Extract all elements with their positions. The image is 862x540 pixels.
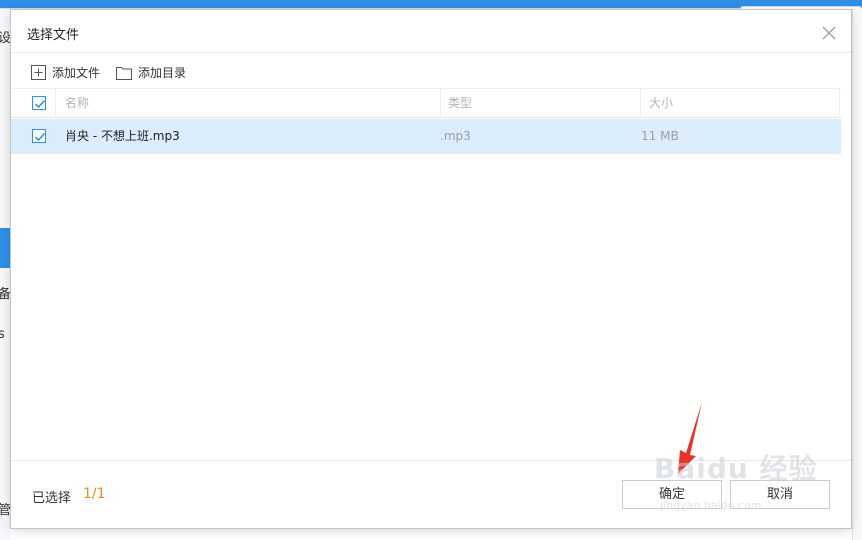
app-top-bar: [0, 0, 862, 8]
dialog-title-bar: 选择文件: [11, 10, 851, 53]
table-row[interactable]: 肖央 - 不想上班.mp3 .mp3 11 MB: [11, 119, 841, 154]
dialog-toolbar: 添加文件 添加目录: [11, 54, 851, 88]
header-divider: [55, 89, 56, 118]
add-file-label: 添加文件: [52, 65, 101, 80]
watermark-logo: Baidu 经验: [654, 452, 818, 485]
row-file-type: .mp3: [440, 129, 471, 143]
column-header-name[interactable]: 名称: [65, 89, 89, 118]
select-all-checkbox[interactable]: [32, 96, 46, 110]
app-left-active-item[interactable]: [0, 228, 10, 268]
row-checkbox[interactable]: [32, 129, 46, 143]
column-header-type[interactable]: 类型: [448, 89, 472, 118]
header-divider: [640, 89, 641, 118]
row-file-size: 11 MB: [641, 129, 679, 143]
add-folder-label: 添加目录: [138, 65, 187, 80]
selected-label: 已选择: [32, 491, 72, 506]
baidu-watermark: Baidu 经验 jingyan.baidu.com: [654, 447, 824, 522]
add-file-button[interactable]: 添加文件: [31, 63, 100, 81]
plus-box-icon: [31, 64, 46, 80]
watermark-url: jingyan.baidu.com: [660, 499, 762, 512]
table-header: 名称 类型 大小: [11, 88, 841, 118]
app-left-pane: [0, 9, 10, 540]
folder-icon: [116, 66, 132, 80]
header-divider: [839, 89, 840, 118]
row-file-name: 肖央 - 不想上班.mp3: [65, 129, 180, 143]
add-folder-button[interactable]: 添加目录: [116, 63, 186, 81]
app-left-label-3: s: [0, 327, 5, 342]
selected-count: 1/1: [83, 486, 106, 502]
header-divider: [440, 89, 441, 118]
dialog-title: 选择文件: [27, 28, 80, 43]
checkmark-icon: [34, 132, 46, 142]
app-right-pane: [852, 9, 862, 540]
close-icon: [822, 26, 836, 40]
column-header-size[interactable]: 大小: [649, 89, 673, 118]
close-button[interactable]: [819, 23, 839, 43]
checkmark-icon: [34, 99, 46, 109]
